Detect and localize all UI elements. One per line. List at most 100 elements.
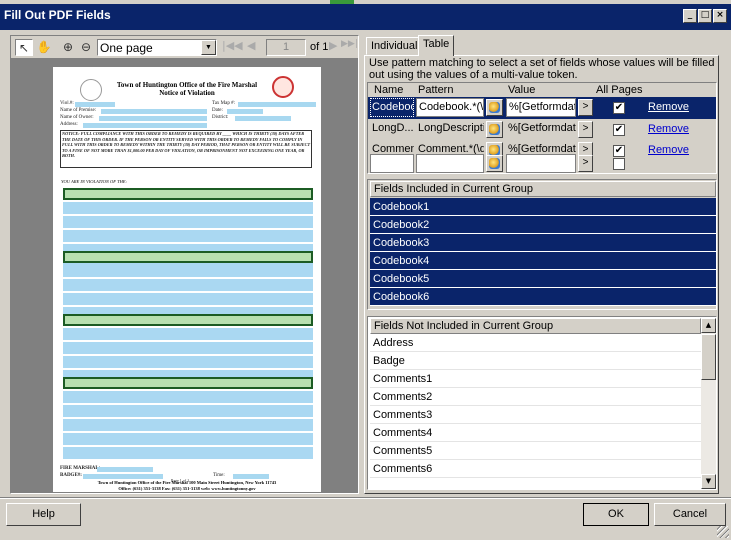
pdf-field-comments1b[interactable] [63,230,313,242]
table-row[interactable]: Codebook Codebook.*(\... %[Getformdata..… [368,97,716,119]
row-value-field[interactable] [506,154,576,173]
all-pages-checkbox[interactable]: ✔ [613,102,625,114]
pdf-org-title: Town of Huntington Office of the Fire Ma… [116,81,258,89]
pattern-picker-icon[interactable] [486,99,503,116]
zoom-in-icon[interactable]: ⊕ [59,39,77,56]
pdf-field-date[interactable] [227,109,263,114]
pdf-field-codebook4[interactable] [63,377,313,389]
pattern-picker-icon[interactable] [486,155,503,172]
pdf-field-badge[interactable] [83,474,163,479]
not-included-fields-header: Fields Not Included in Current Group [370,318,701,334]
table-row-new[interactable]: > [368,153,716,175]
pdf-label-fire-marshal: FIRE MARSHAL: [60,466,101,471]
pdf-doc-title: Notice of Violation [159,89,215,97]
pattern-table: Name Pattern Value All Pages Codebook Co… [367,82,717,174]
pattern-picker-icon[interactable] [486,121,503,138]
pdf-field-comments4a[interactable] [63,405,313,417]
pdf-field-longdescription3[interactable] [63,328,313,340]
pdf-field-owner[interactable] [99,116,207,121]
pdf-field-longdescription2[interactable] [63,265,313,277]
pdf-field-comments4d[interactable] [63,447,313,459]
list-item[interactable]: Badge [370,352,701,370]
list-item[interactable]: Address [370,334,701,352]
pdf-field-fire-marshal[interactable] [97,467,153,472]
pdf-field-comments2a[interactable] [63,279,313,291]
pdf-field-codebook2[interactable] [63,251,313,263]
pdf-field-codebook1[interactable] [63,188,313,200]
table-row[interactable]: LongD... LongDescripti... %[Getformdata.… [368,119,716,141]
list-item[interactable]: Comments1 [370,370,701,388]
pdf-field-comments1a[interactable] [63,216,313,228]
row-pattern-field[interactable] [416,154,484,173]
list-item[interactable]: Codebook1 [370,198,716,216]
row-name-field[interactable]: Codebook [370,98,414,117]
minimize-button[interactable]: _ [683,9,697,23]
remove-link[interactable]: Remove [648,101,689,113]
first-page-icon[interactable]: |◀◀ [222,39,243,52]
pdf-field-viol[interactable] [75,102,115,107]
row-pattern-field[interactable]: LongDescripti... [416,120,484,139]
select-tool-icon[interactable]: ↖ [15,39,33,56]
hand-tool-icon[interactable]: ✋ [35,39,53,56]
pdf-label-address: Address: [60,122,78,127]
zoom-select[interactable]: One page ▼ [97,39,217,56]
remove-link[interactable]: Remove [648,123,689,135]
value-expand-button[interactable]: > [578,155,593,172]
prev-page-icon[interactable]: ◀ [247,39,255,52]
pdf-field-tax-map[interactable] [238,102,316,107]
pdf-field-premise[interactable] [101,109,207,114]
row-pattern-field[interactable]: Codebook.*(\... [416,98,484,117]
next-page-icon[interactable]: ▶ [329,39,337,52]
value-expand-button[interactable]: > [578,99,593,116]
pdf-label-tax-map: Tax Map #: [212,101,235,106]
last-page-icon[interactable]: ▶▶| [341,39,358,49]
ok-button[interactable]: OK [583,503,649,526]
cancel-button[interactable]: Cancel [654,503,726,526]
zoom-out-icon[interactable]: ⊖ [77,39,95,56]
pdf-field-longdescription1[interactable] [63,202,313,214]
row-value-field[interactable]: %[Getformdata... [506,98,576,117]
pdf-field-comments4b[interactable] [63,419,313,431]
scroll-thumb[interactable] [701,334,716,380]
list-scrollbar[interactable]: ▲ ▼ [701,318,716,489]
pdf-field-comments2b[interactable] [63,293,313,305]
pdf-field-longdescription4[interactable] [63,391,313,403]
pdf-field-comments4c[interactable] [63,433,313,445]
pdf-field-district[interactable] [235,116,291,121]
page-number-input[interactable]: 1 [266,39,306,56]
pdf-field-address[interactable] [83,123,207,128]
not-included-fields-list: Fields Not Included in Current Group Add… [367,316,717,490]
maximize-button[interactable]: □ [698,9,712,23]
tab-individual[interactable]: Individual [366,37,423,55]
list-item[interactable]: Codebook4 [370,252,716,270]
list-item[interactable]: Comments6 [370,460,701,478]
scroll-down-icon[interactable]: ▼ [701,474,716,489]
list-item[interactable]: Codebook2 [370,216,716,234]
list-item[interactable]: Codebook3 [370,234,716,252]
pdf-field-codebook3[interactable] [63,314,313,326]
list-item[interactable]: Comments2 [370,388,701,406]
list-item[interactable]: Comments4 [370,424,701,442]
value-expand-button[interactable]: > [578,121,593,138]
pdf-field-comments3a[interactable] [63,342,313,354]
all-pages-checkbox[interactable]: ✔ [613,124,625,136]
tab-table[interactable]: Table [418,35,455,56]
pdf-label-date: Date: [212,108,223,113]
list-item[interactable]: Codebook6 [370,288,716,306]
page-total-label: of 1 [310,41,329,53]
list-item[interactable]: Comments3 [370,406,701,424]
all-pages-checkbox[interactable] [613,158,625,170]
row-name-field[interactable] [370,154,414,173]
chevron-down-icon[interactable]: ▼ [201,40,216,55]
help-button[interactable]: Help [6,503,81,526]
resize-grip-icon[interactable] [717,526,729,538]
pdf-page: Town of Huntington Office of the Fire Ma… [53,67,321,492]
scroll-up-icon[interactable]: ▲ [701,318,716,333]
pdf-field-time[interactable] [233,474,269,479]
close-button[interactable]: × [713,9,727,23]
list-item[interactable]: Codebook5 [370,270,716,288]
list-item[interactable]: Comments5 [370,442,701,460]
row-name-field[interactable]: LongD... [370,120,414,139]
pdf-field-comments3b[interactable] [63,356,313,368]
row-value-field[interactable]: %[Getformdata... [506,120,576,139]
